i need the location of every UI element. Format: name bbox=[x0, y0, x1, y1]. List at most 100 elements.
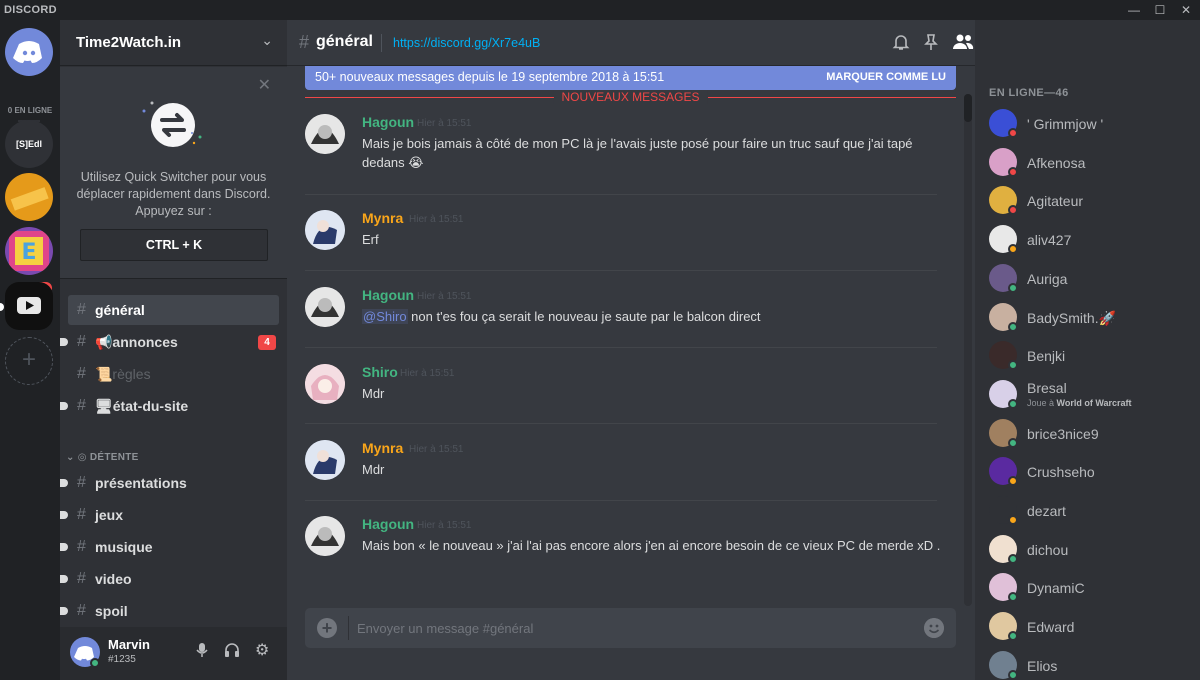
message-author[interactable]: Hagoun bbox=[362, 114, 414, 130]
close-icon[interactable]: ✕ bbox=[258, 75, 271, 95]
channel-presentations[interactable]: # présentations bbox=[60, 468, 279, 498]
settings-gear-icon[interactable]: ⚙ bbox=[255, 640, 269, 660]
channel-spoil[interactable]: # spoil bbox=[60, 596, 279, 626]
member-item[interactable]: brice3nice9 bbox=[989, 416, 1194, 452]
hash-icon: # bbox=[77, 333, 86, 350]
quick-switcher-arrows-icon bbox=[142, 101, 202, 147]
members-icon[interactable] bbox=[951, 32, 975, 52]
status-dot bbox=[1008, 282, 1018, 293]
guild-sedl[interactable]: [S]Edl bbox=[5, 120, 53, 168]
user-mention[interactable]: @Shiro bbox=[362, 309, 408, 324]
status-dot bbox=[1008, 631, 1018, 642]
status-dot bbox=[1008, 437, 1018, 448]
avatar[interactable] bbox=[305, 210, 345, 250]
message-author[interactable]: Shiro bbox=[362, 364, 398, 380]
member-item[interactable]: aliv427 bbox=[989, 222, 1194, 258]
channel-musique[interactable]: # musique bbox=[60, 532, 279, 562]
message-author[interactable]: Hagoun bbox=[362, 287, 414, 303]
message-input[interactable] bbox=[357, 608, 907, 648]
channel-annonces[interactable]: # 📢annonces 4 bbox=[60, 327, 279, 357]
member-name: Benjki bbox=[1027, 348, 1066, 365]
guild-icon-orange[interactable] bbox=[5, 173, 53, 221]
avatar[interactable] bbox=[305, 440, 345, 480]
message-content: @Shiro non t'es fou ça serait le nouveau… bbox=[362, 307, 952, 326]
channel-label: 🖥état-du-site bbox=[95, 398, 189, 414]
unread-dot bbox=[60, 607, 68, 615]
avatar[interactable] bbox=[305, 364, 345, 404]
guild-icon-youtube[interactable] bbox=[5, 282, 53, 330]
new-messages-divider-label: NOUVEAUX MESSAGES bbox=[553, 90, 708, 104]
avatar[interactable] bbox=[305, 287, 345, 327]
chat-area: # général https://discord.gg/Xr7e4uB @ ?… bbox=[287, 20, 1177, 680]
channel-regles[interactable]: # 📜règles bbox=[68, 359, 279, 389]
member-item[interactable]: Agitateur bbox=[989, 183, 1194, 219]
pin-icon[interactable] bbox=[921, 32, 941, 52]
maximize-icon[interactable]: ☐ bbox=[1146, 1, 1174, 19]
member-item[interactable]: Edward bbox=[989, 609, 1194, 645]
member-item[interactable]: Bresal Joue à World of Warcraft bbox=[989, 377, 1194, 413]
channel-general[interactable]: # général bbox=[68, 295, 279, 325]
member-name: Afkenosa bbox=[1027, 154, 1086, 171]
message-timestamp: Hier à 15:51 bbox=[409, 214, 464, 225]
message-item: Hagoun Hier à 15:51 Mais bon « le nouvea… bbox=[305, 516, 956, 576]
app-brand: DISCORD bbox=[4, 4, 57, 16]
category-detente[interactable]: ⌄ ◎ DÉTENTE bbox=[66, 452, 139, 463]
channel-etat-du-site[interactable]: # 🖥état-du-site bbox=[60, 391, 279, 421]
server-header[interactable]: Time2Watch.in ⌄ bbox=[60, 20, 287, 66]
member-item[interactable]: DynamiC bbox=[989, 570, 1194, 606]
home-button[interactable] bbox=[5, 28, 53, 76]
add-server-button[interactable]: + bbox=[5, 337, 53, 385]
message-author[interactable]: Mynra bbox=[362, 440, 403, 456]
close-window-icon[interactable]: ✕ bbox=[1172, 1, 1200, 19]
hash-icon: # bbox=[77, 570, 86, 587]
status-dot bbox=[1008, 166, 1018, 177]
microphone-icon[interactable] bbox=[195, 642, 209, 661]
channel-label: présentations bbox=[95, 475, 187, 491]
new-messages-banner[interactable]: 50+ nouveaux messages depuis le 19 septe… bbox=[305, 66, 956, 90]
upload-plus-icon[interactable]: + bbox=[317, 618, 337, 638]
scrollbar-track[interactable] bbox=[964, 94, 972, 606]
member-name: Agitateur bbox=[1027, 193, 1084, 210]
message-author[interactable]: Mynra bbox=[362, 210, 403, 226]
member-item[interactable]: dezart bbox=[989, 493, 1194, 529]
message-timestamp: Hier à 15:51 bbox=[417, 291, 472, 302]
member-item[interactable]: BadySmith.🚀 bbox=[989, 300, 1194, 336]
unread-dot bbox=[60, 402, 68, 410]
channel-topic-link[interactable]: https://discord.gg/Xr7e4uB bbox=[393, 36, 540, 50]
channel-jeux[interactable]: # jeux bbox=[60, 500, 279, 530]
avatar[interactable] bbox=[305, 114, 345, 154]
member-item[interactable]: Elios bbox=[989, 648, 1194, 680]
mark-as-read-button[interactable]: MARQUER COMME LU bbox=[826, 71, 946, 83]
scrollbar-thumb[interactable] bbox=[964, 94, 972, 122]
status-dot bbox=[1008, 515, 1018, 525]
member-item[interactable]: Crushseho bbox=[989, 454, 1194, 490]
member-item[interactable]: Benjki bbox=[989, 338, 1194, 374]
member-item[interactable]: ' Grimmjow ' bbox=[989, 106, 1194, 142]
hash-icon: # bbox=[77, 506, 86, 523]
message-content: Erf bbox=[362, 232, 379, 247]
minimize-icon[interactable]: — bbox=[1120, 1, 1148, 19]
member-item[interactable]: Afkenosa bbox=[989, 145, 1194, 181]
headphones-icon[interactable] bbox=[224, 642, 240, 661]
message-timestamp: Hier à 15:51 bbox=[417, 118, 472, 129]
quick-switcher-shortcut[interactable]: CTRL + K bbox=[80, 229, 268, 261]
message-item: Mynra Hier à 15:51 Erf bbox=[305, 210, 956, 250]
composer-divider bbox=[348, 616, 349, 640]
member-item[interactable]: dichou bbox=[989, 532, 1194, 568]
member-activity: Joue à World of Warcraft bbox=[1027, 398, 1132, 408]
svg-text:E: E bbox=[21, 240, 36, 265]
message-author[interactable]: Hagoun bbox=[362, 516, 414, 532]
hash-icon: # bbox=[299, 32, 310, 52]
message-content: Mdr bbox=[362, 386, 385, 401]
emoji-picker-icon[interactable] bbox=[924, 618, 944, 638]
member-item[interactable]: Auriga bbox=[989, 261, 1194, 297]
header-divider bbox=[381, 34, 382, 52]
member-activity-prefix: Joue à bbox=[1027, 397, 1057, 408]
user-panel: Marvin #1235 ⚙ bbox=[60, 627, 287, 680]
guild-icon-e[interactable]: E bbox=[5, 227, 53, 275]
avatar[interactable] bbox=[305, 516, 345, 556]
channel-video[interactable]: # video bbox=[60, 564, 279, 594]
member-name: Crushseho bbox=[1027, 464, 1095, 481]
bell-icon[interactable] bbox=[891, 32, 911, 52]
message-content: Mdr bbox=[362, 462, 385, 477]
